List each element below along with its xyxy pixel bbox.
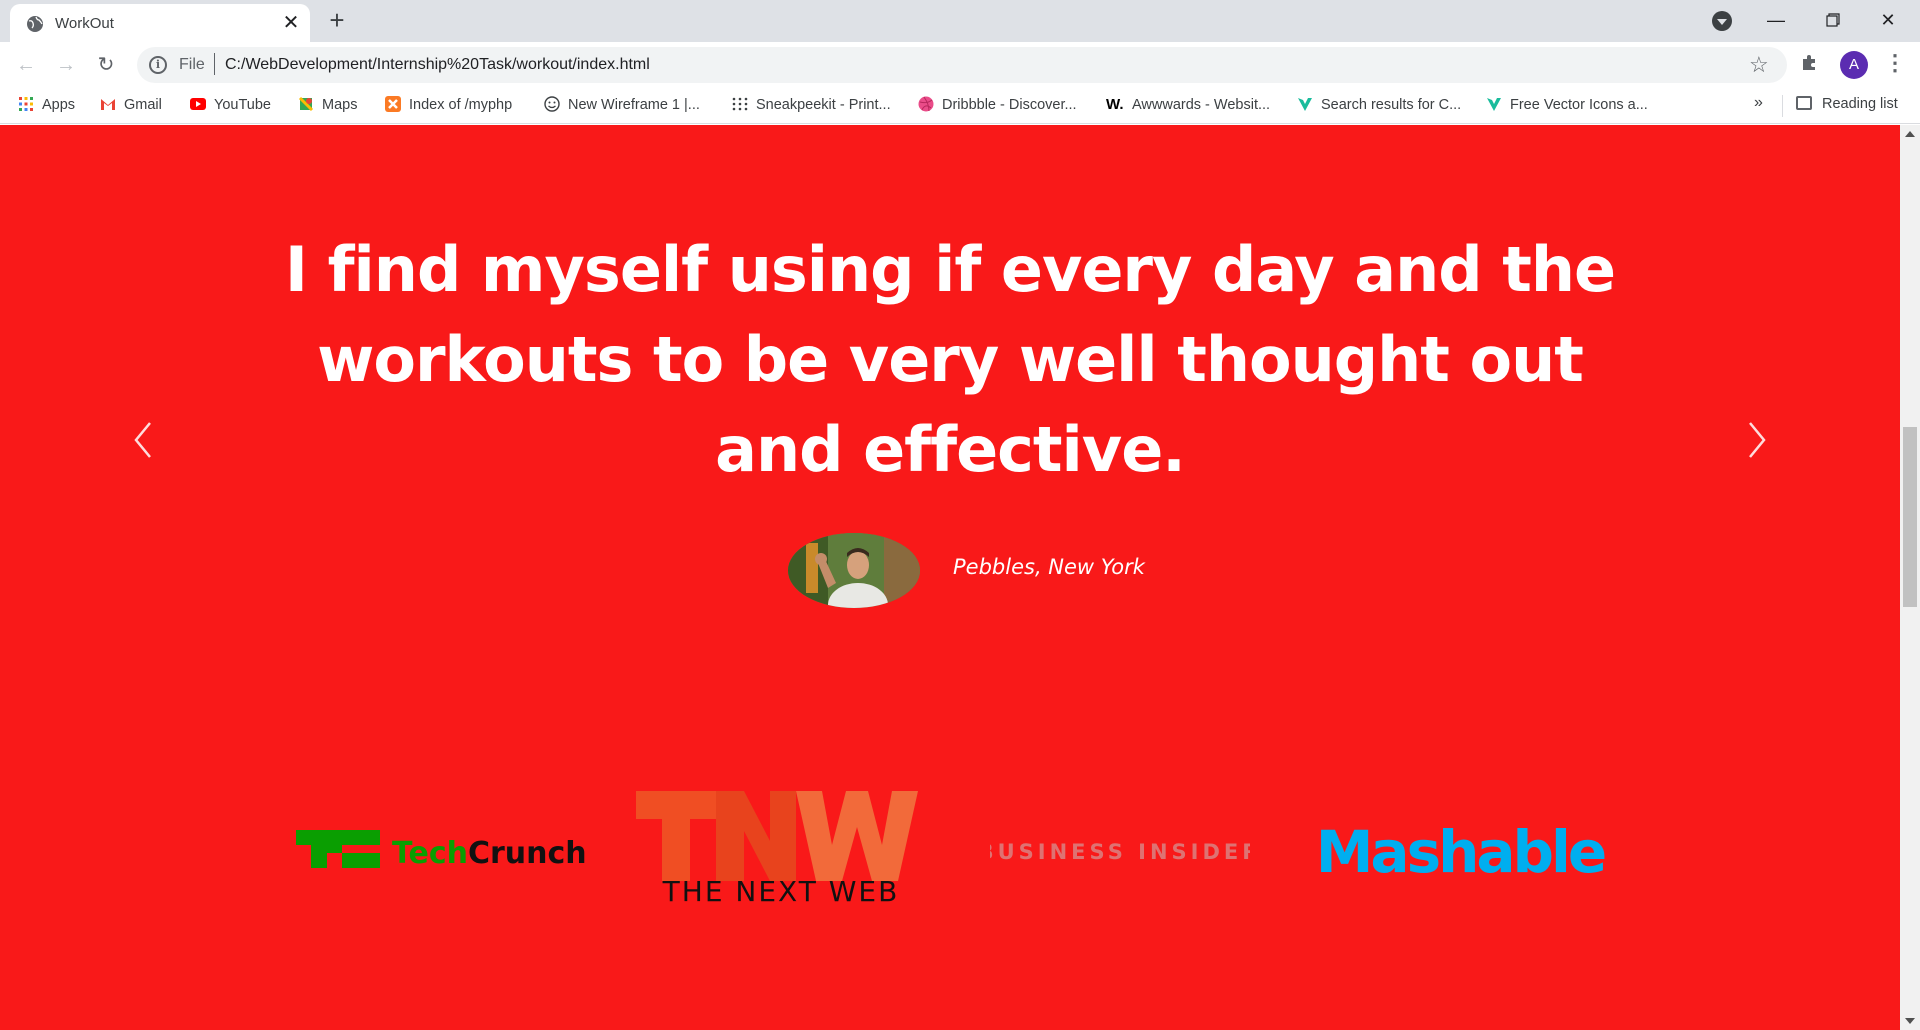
bookmark-label: New Wireframe 1 |... — [568, 97, 700, 113]
tab-strip: WorkOut ✕ + — ✕ — [0, 0, 1920, 42]
svg-text:Mashable: Mashable — [1316, 818, 1605, 886]
address-bar[interactable]: i File C:/WebDevelopment/Internship%20Ta… — [137, 47, 1787, 83]
extensions-icon[interactable] — [1800, 52, 1820, 72]
dots-grid-icon — [732, 97, 748, 111]
back-icon[interactable]: ← — [12, 51, 40, 79]
gmail-icon — [101, 99, 115, 110]
browser-toolbar: ← → ↻ i File C:/WebDevelopment/Internshi… — [0, 42, 1920, 88]
tab-search-icon[interactable] — [1712, 11, 1732, 31]
menu-icon[interactable]: ⋮ — [1884, 50, 1906, 76]
vector-icon — [1487, 98, 1501, 111]
bookmark-maps[interactable]: Maps — [298, 96, 357, 116]
bookmark-label: Free Vector Icons a... — [1510, 97, 1648, 113]
scrollbar-thumb[interactable] — [1903, 427, 1917, 607]
testimonial-section: I find myself using if every day and the… — [0, 125, 1900, 1030]
youtube-icon — [190, 98, 206, 110]
xampp-icon — [385, 96, 401, 112]
bookmark-awwwards[interactable]: W. Awwwards - Websit... — [1106, 96, 1270, 116]
reading-list-label: Reading list — [1822, 96, 1898, 112]
bookmark-label: Awwwards - Websit... — [1132, 97, 1271, 113]
profile-avatar[interactable]: A — [1840, 51, 1868, 79]
business-insider-logo: BUSINESS INSIDER — [990, 840, 1250, 864]
bookmark-label: Index of /myphp — [409, 97, 513, 113]
bookmark-label: Search results for C... — [1321, 97, 1462, 113]
svg-text:Crunch: Crunch — [468, 836, 586, 871]
bookmark-youtube[interactable]: YouTube — [190, 96, 271, 116]
scroll-up-arrow-icon[interactable] — [1905, 131, 1915, 137]
url-separator — [214, 53, 215, 75]
star-icon[interactable]: ☆ — [1749, 52, 1769, 78]
chevron-left-icon[interactable] — [128, 415, 158, 465]
minimize-button[interactable]: — — [1754, 6, 1798, 34]
reading-list-button[interactable]: Reading list — [1796, 96, 1898, 112]
dribbble-icon — [918, 96, 934, 112]
bookmark-dribbble[interactable]: Dribbble - Discover... — [918, 96, 1077, 116]
awwwards-icon: W. — [1106, 96, 1124, 113]
bookmark-search-results[interactable]: Search results for C... — [1297, 96, 1461, 116]
restore-button[interactable] — [1811, 6, 1855, 34]
vector-icon — [1298, 98, 1312, 111]
bookmarks-divider — [1782, 95, 1783, 117]
reading-list-icon — [1796, 96, 1812, 110]
globe-icon — [27, 16, 43, 32]
forward-icon[interactable]: → — [52, 51, 80, 79]
browser-tab[interactable]: WorkOut ✕ — [10, 4, 310, 42]
testimonial-quote: I find myself using if every day and the… — [284, 233, 1616, 486]
url-scheme: File — [179, 56, 205, 73]
bookmark-label: Gmail — [124, 97, 162, 113]
bookmarks-overflow-button[interactable]: » — [1754, 94, 1763, 112]
apps-grid-icon — [19, 97, 33, 111]
new-tab-button[interactable]: + — [325, 7, 349, 33]
bookmark-wireframe[interactable]: New Wireframe 1 |... — [544, 96, 700, 116]
author-avatar — [788, 533, 920, 608]
info-icon[interactable]: i — [149, 56, 167, 74]
bookmark-free-vector-icons[interactable]: Free Vector Icons a... — [1486, 96, 1648, 116]
window-close-button[interactable]: ✕ — [1866, 6, 1910, 34]
mashable-logo: Mashable — [1316, 818, 1605, 886]
bookmark-gmail[interactable]: Gmail — [100, 96, 162, 116]
page-scrollbar[interactable] — [1900, 125, 1920, 1030]
bookmark-sneakpeekit[interactable]: Sneakpeekit - Print... — [732, 96, 891, 116]
bookmarks-bar: Apps Gmail YouTube Maps Index of /myphp … — [0, 88, 1920, 124]
bookmark-label: Sneakpeekit - Print... — [756, 97, 891, 113]
tnw-logo: THE NEXT WEB — [636, 791, 918, 905]
reload-icon[interactable]: ↻ — [92, 51, 120, 79]
bookmark-label: Maps — [322, 97, 358, 113]
tab-title: WorkOut — [55, 15, 114, 32]
close-icon[interactable]: ✕ — [280, 12, 302, 34]
bookmark-apps[interactable]: Apps — [18, 96, 75, 116]
techcrunch-logo: Tech Crunch — [296, 830, 586, 871]
chevron-right-icon[interactable] — [1742, 415, 1772, 465]
url-text[interactable]: C:/WebDevelopment/Internship%20Task/work… — [225, 56, 650, 74]
bookmark-label: Dribbble - Discover... — [942, 97, 1077, 113]
svg-text:Tech: Tech — [392, 836, 468, 871]
bookmark-label: YouTube — [214, 97, 271, 113]
svg-text:BUSINESS INSIDER: BUSINESS INSIDER — [990, 840, 1250, 864]
bookmark-label: Apps — [42, 97, 76, 113]
author-name: Pebbles, New York — [953, 555, 1145, 579]
scroll-down-arrow-icon[interactable] — [1905, 1018, 1915, 1024]
maps-icon — [298, 96, 314, 112]
bookmark-myphp[interactable]: Index of /myphp — [385, 96, 512, 116]
smiley-icon — [544, 96, 560, 112]
svg-text:THE NEXT WEB: THE NEXT WEB — [662, 875, 900, 905]
